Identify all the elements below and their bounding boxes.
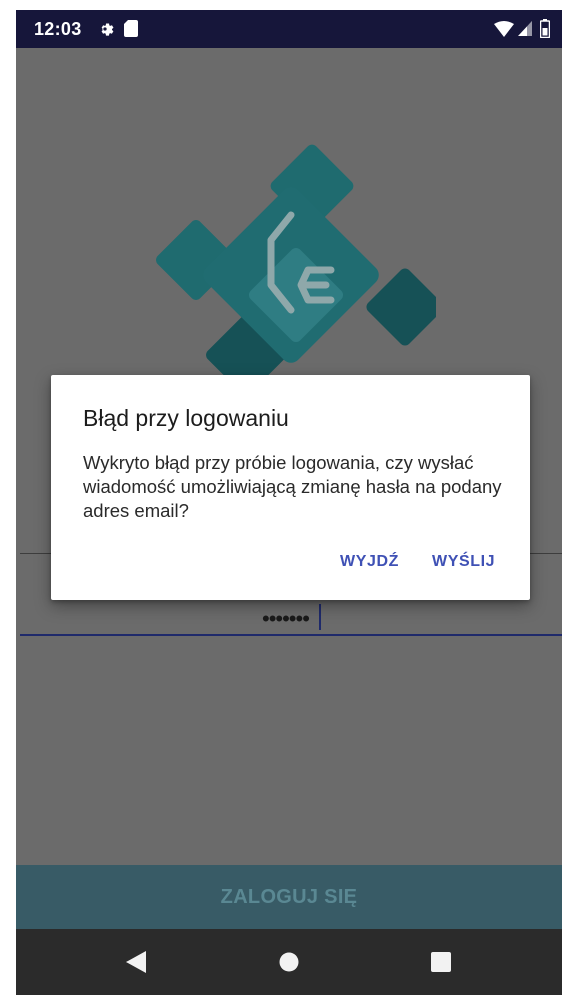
password-field[interactable]: •••••••	[262, 608, 310, 630]
recents-icon[interactable]	[431, 952, 451, 972]
dialog-title: Błąd przy logowaniu	[83, 405, 289, 431]
home-icon[interactable]	[279, 952, 299, 972]
phone-screen: 12:03 ••••••• ZALOGUJ SIĘ Błąd przy logo…	[16, 10, 562, 995]
ce-logo	[156, 144, 436, 390]
send-button[interactable]: WYŚLIJ	[432, 553, 495, 571]
exit-button[interactable]: WYJDŹ	[340, 553, 399, 571]
navigation-bar	[16, 929, 562, 995]
status-time: 12:03	[34, 19, 82, 39]
back-icon[interactable]	[126, 951, 146, 973]
gear-icon	[101, 23, 114, 36]
login-button[interactable]: ZALOGUJ SIĘ	[16, 865, 562, 929]
status-bar: 12:03	[16, 10, 562, 48]
signal-icon	[518, 21, 532, 36]
password-field-underline	[20, 634, 562, 636]
login-error-dialog: Błąd przy logowaniu Wykryto błąd przy pr…	[51, 375, 530, 600]
sd-card-icon	[124, 20, 138, 37]
text-cursor	[319, 604, 321, 630]
wifi-icon	[494, 21, 514, 37]
dialog-message: Wykryto błąd przy próbie logowania, czy …	[83, 452, 502, 521]
battery-icon	[540, 19, 550, 38]
